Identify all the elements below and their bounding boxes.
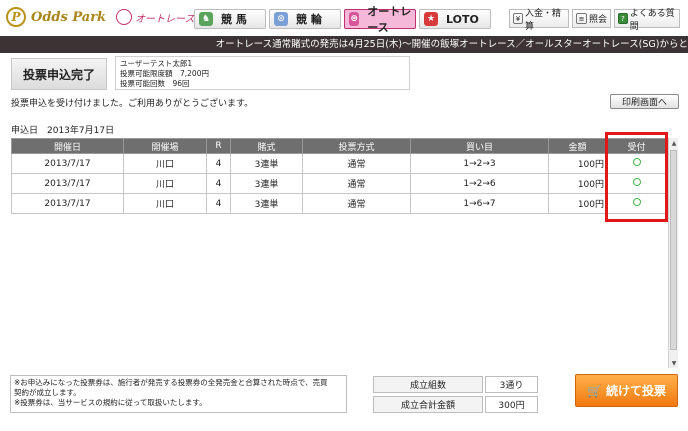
col-accepted: 受付: [606, 138, 666, 154]
site-header: P Odds Park オートレース ♞ 競 馬 ⊙ 競 輪 ⊛ オートレース …: [0, 0, 688, 34]
logo-mark: P: [6, 7, 26, 27]
bet-count-limit: 投票可能回数 96回: [120, 79, 190, 88]
faq-label: よくある質問: [629, 8, 675, 32]
tab-keirin[interactable]: ⊙ 競 輪: [269, 9, 341, 29]
cell-combo: 1→2→3: [410, 153, 549, 174]
cell-accepted: [606, 173, 666, 194]
scroll-down-icon[interactable]: ▼: [669, 358, 679, 368]
tab-keiba-label: 競 馬: [221, 13, 247, 26]
summary-count-row: 成立組数 3通り: [373, 376, 538, 393]
cell-race: 4: [206, 173, 231, 194]
tab-keiba[interactable]: ♞ 競 馬: [194, 9, 266, 29]
faq-button[interactable]: ? よくある質問: [614, 9, 680, 32]
bet-limit: 投票可能限度額 7,200円: [120, 69, 209, 78]
scroll-up-icon[interactable]: ▲: [669, 138, 679, 148]
cell-method: 通常: [302, 193, 411, 214]
notice-box: ※お申込みになった投票券は、施行者が発売する投票券の全発売金と合算された時点で、…: [10, 375, 347, 413]
col-date: 開催日: [11, 138, 124, 154]
table-scrollbar[interactable]: ▲ ▼: [668, 138, 678, 368]
scroll-thumb[interactable]: [670, 150, 677, 350]
apply-date: 申込日 2013年7月17日: [11, 126, 115, 136]
tab-autorace[interactable]: ⊛ オートレース: [344, 5, 416, 34]
cell-amount: 100円: [548, 173, 607, 194]
continue-betting-button[interactable]: 🛒 続けて投票: [575, 374, 678, 407]
bet-table-container: 開催日 開催場 R 賭式 投票方式 買い目 金額 受付 2013/7/17 川口…: [11, 138, 666, 368]
tab-loto[interactable]: ★ LOTO: [419, 9, 491, 29]
bicycle-icon: ⊙: [274, 12, 288, 26]
cell-accepted: [606, 153, 666, 174]
loto-icon: ★: [424, 12, 438, 26]
total-value: 300円: [485, 396, 538, 413]
deposit-label: 入金・精算: [525, 8, 562, 32]
notice-line: ※お申込みになった投票券は、施行者が発売する投票券の全発売金と合算された時点で、…: [14, 378, 328, 387]
cell-method: 通常: [302, 153, 411, 174]
deposit-button[interactable]: ¥ 入金・精算: [509, 9, 569, 32]
cell-venue: 川口: [123, 173, 207, 194]
cell-combo: 1→6→7: [410, 193, 549, 214]
cell-bet-type: 3連単: [230, 173, 303, 194]
cell-date: 2013/7/17: [11, 153, 124, 174]
autorace-logo-text: オートレース: [135, 13, 195, 25]
bet-summary: 成立組数 3通り 成立合計金額 300円: [373, 376, 538, 416]
cell-bet-type: 3連単: [230, 193, 303, 214]
page-title: 投票申込完了: [11, 58, 107, 90]
bet-table: 開催日 開催場 R 賭式 投票方式 買い目 金額 受付 2013/7/17 川口…: [11, 138, 666, 214]
horse-icon: ♞: [199, 12, 213, 26]
cell-accepted: [606, 193, 666, 214]
notice-line: 契約が成立します。: [14, 388, 81, 397]
user-name: ユーザーテスト太郎1: [120, 59, 193, 68]
table-header-row: 開催日 開催場 R 賭式 投票方式 買い目 金額 受付: [11, 138, 666, 154]
news-ticker[interactable]: オートレース通常賭式の発売は4月25日(木)〜開催の飯塚オートレース／オールスタ…: [0, 36, 688, 53]
col-amount: 金額: [548, 138, 607, 154]
col-venue: 開催場: [123, 138, 207, 154]
col-bet-type: 賭式: [230, 138, 303, 154]
notice-line: ※投票券は、当サービスの規約に従って取扱いたします。: [14, 398, 207, 407]
cell-race: 4: [206, 153, 231, 174]
table-row: 2013/7/17 川口 4 3連単 通常 1→2→3 100円: [11, 153, 666, 174]
print-button[interactable]: 印刷画面へ: [610, 94, 679, 109]
logo-text: Odds Park: [31, 9, 107, 25]
accepted-circle-icon: [632, 178, 641, 186]
cell-venue: 川口: [123, 193, 207, 214]
tab-loto-label: LOTO: [446, 12, 479, 26]
inquiry-button[interactable]: ≡ 照会: [572, 9, 611, 28]
summary-total-row: 成立合計金額 300円: [373, 396, 538, 413]
col-method: 投票方式: [302, 138, 411, 154]
cell-amount: 100円: [548, 153, 607, 174]
odds-park-logo[interactable]: P Odds Park オートレース: [6, 6, 195, 28]
cell-bet-type: 3連単: [230, 153, 303, 174]
continue-label: 続けて投票: [605, 384, 666, 398]
thanks-message: 投票申込を受け付けました。ご利用ありがとうございます。: [11, 99, 254, 109]
tab-autorace-label: オートレース: [367, 5, 412, 34]
accepted-circle-icon: [632, 198, 641, 206]
cell-date: 2013/7/17: [11, 173, 124, 194]
cell-method: 通常: [302, 173, 411, 194]
accepted-circle-icon: [632, 158, 641, 166]
cell-race: 4: [206, 193, 231, 214]
cell-combo: 1→2→6: [410, 173, 549, 194]
motorbike-icon: ⊛: [349, 12, 360, 26]
cart-icon: 🛒: [587, 383, 602, 398]
cell-amount: 100円: [548, 193, 607, 214]
count-label: 成立組数: [373, 376, 483, 393]
cell-venue: 川口: [123, 153, 207, 174]
col-race: R: [206, 138, 231, 154]
tab-keirin-label: 競 輪: [296, 13, 322, 26]
autorace-sub-logo: オートレース: [116, 9, 195, 25]
table-row: 2013/7/17 川口 4 3連単 通常 1→6→7 100円: [11, 193, 666, 214]
cell-date: 2013/7/17: [11, 193, 124, 214]
count-value: 3通り: [485, 376, 538, 393]
wallet-icon: ¥: [513, 13, 523, 24]
col-combo: 買い目: [410, 138, 549, 154]
total-label: 成立合計金額: [373, 396, 483, 413]
autorace-logo-icon: [116, 9, 133, 25]
table-row: 2013/7/17 川口 4 3連単 通常 1→2→6 100円: [11, 173, 666, 194]
question-icon: ?: [618, 13, 628, 24]
book-icon: ≡: [576, 13, 587, 24]
inquiry-label: 照会: [589, 15, 608, 25]
user-info-box: ユーザーテスト太郎1 投票可能限度額 7,200円 投票可能回数 96回: [115, 56, 410, 90]
